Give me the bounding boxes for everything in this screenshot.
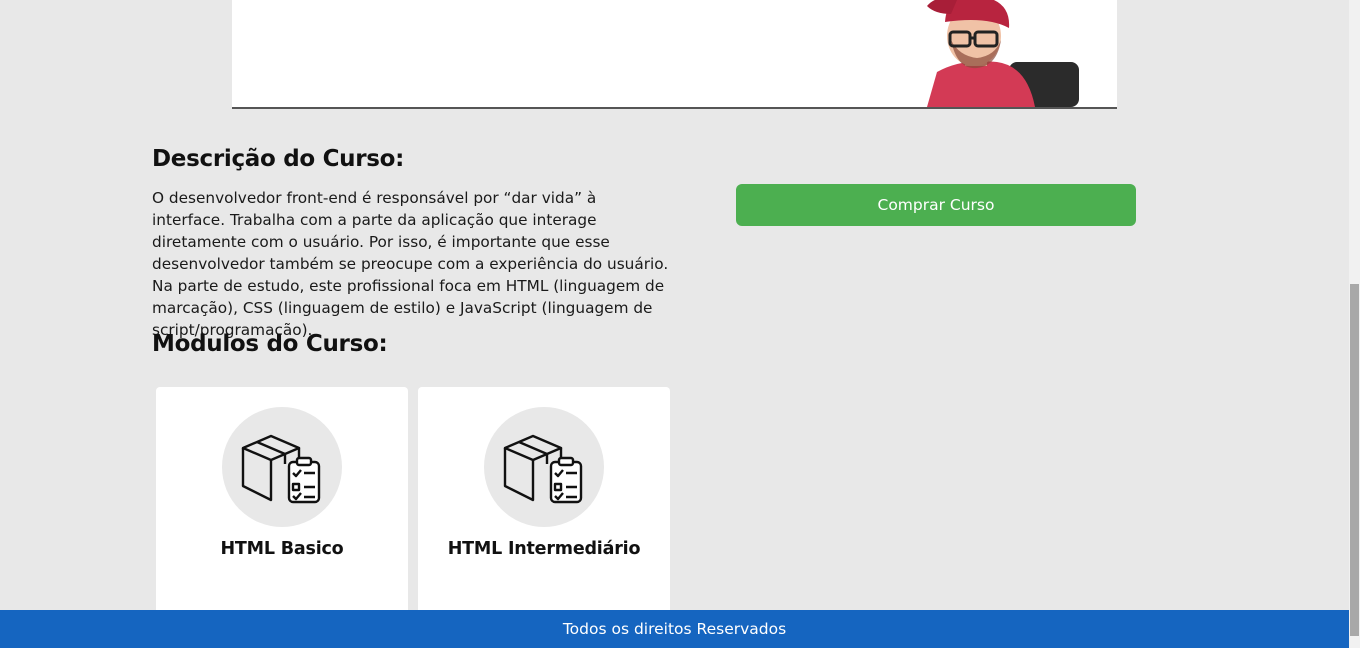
course-description-text: O desenvolvedor front-end é responsável … (152, 189, 669, 339)
module-card[interactable]: HTML Basico (156, 387, 408, 627)
package-checklist-icon (503, 434, 583, 504)
scrollbar[interactable] (1349, 0, 1360, 648)
buy-course-button[interactable]: Comprar Curso (736, 184, 1136, 226)
course-description-title: Descrição do Curso: (152, 146, 405, 172)
module-name: HTML Basico (220, 539, 344, 559)
module-icon-circle (484, 407, 604, 527)
module-name: HTML Intermediário (447, 539, 641, 559)
module-icon-circle (222, 407, 342, 527)
footer: Todos os direitos Reservados (0, 610, 1349, 648)
module-card[interactable]: HTML Intermediário (418, 387, 670, 627)
footer-text: Todos os direitos Reservados (562, 620, 787, 638)
package-checklist-icon (241, 434, 321, 504)
course-video[interactable] (232, 0, 1117, 109)
course-modules-title: Modulos do Curso: (152, 331, 388, 357)
person-webcam-image (927, 0, 1079, 107)
scrollbar-thumb[interactable] (1350, 284, 1359, 636)
